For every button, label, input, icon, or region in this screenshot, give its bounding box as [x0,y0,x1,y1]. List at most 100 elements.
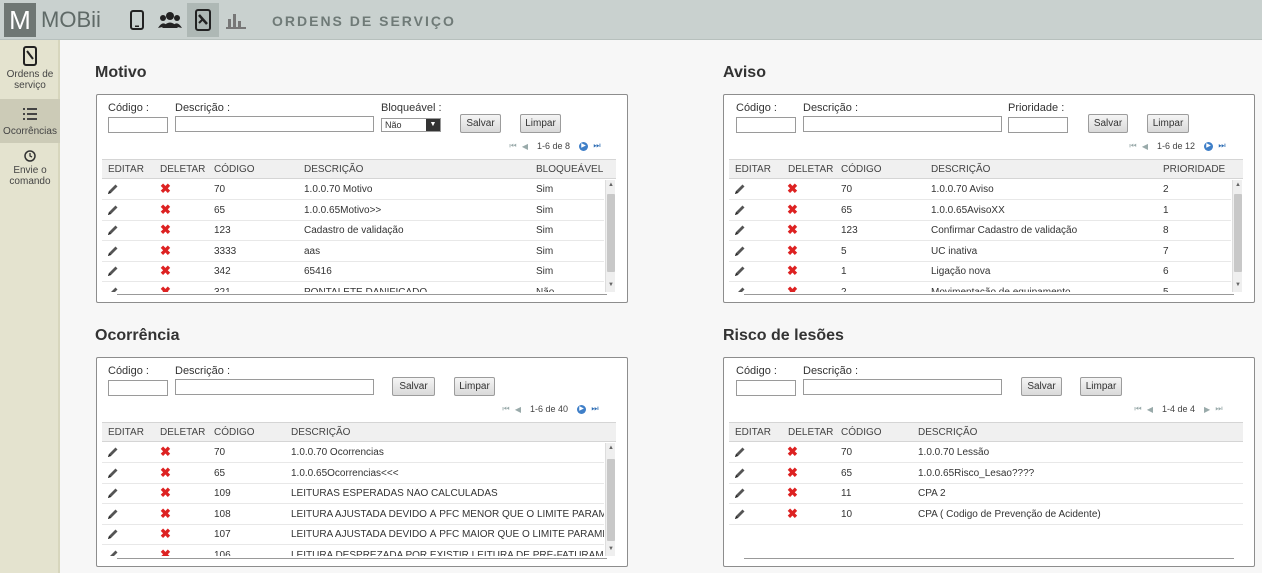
horizontal-scrollbar[interactable] [744,294,1234,297]
delete-x-icon[interactable]: ✖ [787,506,798,521]
edit-pencil-icon[interactable] [734,508,746,520]
edit-pencil-icon[interactable] [734,487,746,499]
edit-pencil-icon[interactable] [734,265,746,277]
delete-x-icon[interactable]: ✖ [160,445,171,459]
next-page-icon[interactable]: ▶ [1204,141,1214,151]
service-order-icon[interactable] [187,3,219,37]
first-page-icon[interactable]: ⏮ [507,141,519,151]
last-page-icon[interactable]: ⏭ [589,404,601,414]
prev-page-icon[interactable]: ◀ [519,142,531,151]
clear-button[interactable]: Limpar [1147,114,1189,133]
device-icon[interactable] [121,3,153,37]
descricao-input[interactable] [803,116,1002,132]
vertical-scrollbar[interactable]: ▲ ▼ [605,180,615,292]
sidebar-item-ocorrencias[interactable]: Ocorrências [0,99,60,143]
horizontal-scrollbar[interactable] [117,294,607,297]
sidebar-item-envie-comando[interactable]: Envie o comando [0,148,60,198]
edit-pencil-icon[interactable] [107,508,119,520]
last-page-icon[interactable]: ⏭ [1216,141,1228,151]
last-page-icon[interactable]: ⏭ [1213,404,1225,414]
edit-pencil-icon[interactable] [107,204,119,216]
edit-pencil-icon[interactable] [107,446,119,458]
users-icon[interactable] [154,3,186,37]
bloqueavel-select[interactable]: Não ▼ [381,118,441,132]
delete-x-icon[interactable]: ✖ [160,202,171,217]
prioridade-input[interactable] [1008,117,1068,133]
col-descricao: DESCRIÇÃO [291,427,351,438]
delete-x-icon[interactable]: ✖ [160,182,171,196]
edit-pencil-icon[interactable] [107,549,119,556]
delete-x-icon[interactable]: ✖ [787,264,798,278]
edit-pencil-icon[interactable] [734,446,746,458]
delete-x-icon[interactable]: ✖ [160,243,171,258]
first-page-icon[interactable]: ⏮ [1127,141,1139,151]
save-button[interactable]: Salvar [460,114,501,133]
edit-pencil-icon[interactable] [107,528,119,540]
first-page-icon[interactable]: ⏮ [500,404,512,414]
prev-page-icon[interactable]: ◀ [1139,142,1151,151]
horizontal-scrollbar[interactable] [744,558,1234,561]
prev-page-icon[interactable]: ◀ [512,405,524,414]
edit-pencil-icon[interactable] [734,224,746,236]
delete-x-icon[interactable]: ✖ [787,243,798,258]
codigo-input[interactable] [108,380,168,396]
chart-icon[interactable] [220,3,252,37]
col-deletar: DELETAR [160,427,206,438]
vertical-scrollbar[interactable]: ▲ ▼ [605,443,615,556]
delete-x-icon[interactable]: ✖ [160,465,171,480]
delete-x-icon[interactable]: ✖ [160,284,171,292]
delete-x-icon[interactable]: ✖ [787,284,798,292]
descricao-input[interactable] [803,379,1002,395]
next-page-icon[interactable]: ▶ [577,404,587,414]
cell-codigo: 10 [841,508,853,520]
edit-pencil-icon[interactable] [734,286,746,292]
delete-x-icon[interactable]: ✖ [160,547,171,556]
codigo-input[interactable] [736,117,796,133]
save-button[interactable]: Salvar [392,377,435,396]
clear-button[interactable]: Limpar [520,114,561,133]
edit-pencil-icon[interactable] [107,487,119,499]
edit-pencil-icon[interactable] [107,245,119,257]
last-page-icon[interactable]: ⏭ [591,141,603,151]
codigo-input[interactable] [108,117,168,133]
vertical-scrollbar[interactable]: ▲ ▼ [1232,180,1242,292]
delete-x-icon[interactable]: ✖ [787,445,798,459]
edit-pencil-icon[interactable] [107,183,119,195]
prev-page-icon[interactable]: ◀ [1144,405,1156,414]
delete-x-icon[interactable]: ✖ [787,202,798,217]
edit-pencil-icon[interactable] [734,183,746,195]
sidebar-item-ordens[interactable]: Ordens de serviço [0,46,60,98]
edit-pencil-icon[interactable] [734,467,746,479]
delete-x-icon[interactable]: ✖ [787,486,798,500]
delete-x-icon[interactable]: ✖ [160,223,171,237]
clear-button[interactable]: Limpar [1080,377,1122,396]
descricao-input[interactable] [175,379,374,395]
table-row: ✖ 342 65416 Sim [102,262,604,282]
edit-pencil-icon[interactable] [107,286,119,292]
save-button[interactable]: Salvar [1021,377,1062,396]
edit-pencil-icon[interactable] [107,467,119,479]
edit-pencil-icon[interactable] [107,265,119,277]
sidebar-item-label: Envie o [13,165,47,176]
cell-extra: Sim [536,184,554,195]
clear-button[interactable]: Limpar [454,377,495,396]
delete-x-icon[interactable]: ✖ [160,264,171,278]
edit-pencil-icon[interactable] [734,204,746,216]
next-page-icon[interactable]: ▶ [579,141,589,151]
codigo-input[interactable] [736,380,796,396]
delete-x-icon[interactable]: ✖ [160,506,171,521]
delete-x-icon[interactable]: ✖ [787,465,798,480]
delete-x-icon[interactable]: ✖ [160,527,171,541]
table-header: EDITAR DELETAR CÓDIGO DESCRIÇÃO PRIORIDA… [729,159,1243,179]
save-button[interactable]: Salvar [1088,114,1128,133]
descricao-input[interactable] [175,116,374,132]
next-page-icon[interactable]: ▶ [1201,405,1213,414]
cell-codigo: 2 [841,286,847,293]
edit-pencil-icon[interactable] [107,224,119,236]
delete-x-icon[interactable]: ✖ [160,486,171,500]
first-page-icon[interactable]: ⏮ [1132,404,1144,414]
delete-x-icon[interactable]: ✖ [787,223,798,237]
delete-x-icon[interactable]: ✖ [787,182,798,196]
edit-pencil-icon[interactable] [734,245,746,257]
horizontal-scrollbar[interactable] [117,558,607,561]
